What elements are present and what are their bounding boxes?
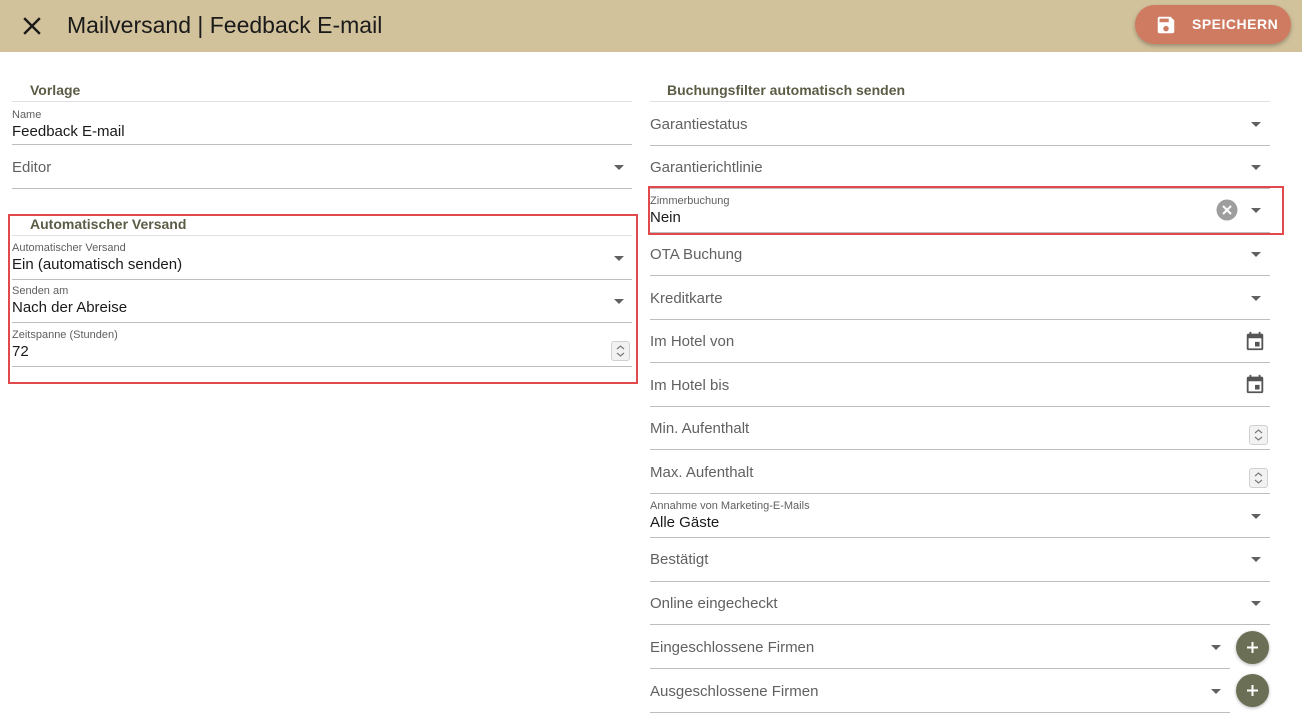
online-eingecheckt-placeholder: Online eingecheckt <box>650 595 778 612</box>
kreditkarte-placeholder: Kreditkarte <box>650 290 723 307</box>
bestaetigt-select[interactable]: Bestätigt <box>650 538 1270 582</box>
chevron-down-icon <box>1251 514 1261 519</box>
max-aufenthalt-placeholder: Max. Aufenthalt <box>650 464 754 481</box>
chevron-down-icon <box>1251 557 1261 562</box>
automatischer-versand-value: Ein (automatisch senden) <box>12 256 183 273</box>
plus-icon <box>1247 685 1258 696</box>
page-title: Mailversand | Feedback E-mail <box>67 12 383 38</box>
marketing-emails-select[interactable]: Annahme von Marketing-E-Mails Alle Gäste <box>650 494 1270 538</box>
online-eingecheckt-select[interactable]: Online eingecheckt <box>650 582 1270 625</box>
section-divider <box>12 101 632 102</box>
senden-am-select[interactable]: Senden am Nach der Abreise <box>12 280 632 323</box>
chevron-down-icon <box>614 165 624 170</box>
number-stepper[interactable] <box>1249 425 1268 445</box>
calendar-icon[interactable] <box>1244 373 1266 395</box>
section-title-vorlage: Vorlage <box>30 82 81 98</box>
kreditkarte-select[interactable]: Kreditkarte <box>650 276 1270 320</box>
editor-select-placeholder: Editor <box>12 159 52 176</box>
number-stepper[interactable] <box>611 341 630 361</box>
chevron-down-icon <box>1251 165 1261 170</box>
ota-buchung-placeholder: OTA Buchung <box>650 246 743 263</box>
chevron-down-icon <box>1211 689 1221 694</box>
stepper-arrows-icon <box>1254 472 1263 484</box>
garantierichtlinie-select[interactable]: Garantierichtlinie <box>650 146 1270 189</box>
stepper-arrows-icon <box>1254 429 1263 441</box>
chevron-down-icon <box>614 256 624 261</box>
chevron-down-icon <box>614 299 624 304</box>
close-button[interactable] <box>18 12 46 40</box>
app-header: Mailversand | Feedback E-mail SPEICHERN <box>0 0 1302 52</box>
im-hotel-von-datepicker[interactable]: Im Hotel von <box>650 320 1270 363</box>
section-title-automatischer-versand: Automatischer Versand <box>30 216 187 232</box>
senden-am-label: Senden am <box>12 285 69 297</box>
clear-icon[interactable] <box>1216 199 1238 221</box>
editor-select[interactable]: Editor <box>12 145 632 189</box>
max-aufenthalt-input[interactable]: Max. Aufenthalt <box>650 450 1270 494</box>
chevron-down-icon <box>1251 601 1261 606</box>
close-icon <box>23 17 41 35</box>
min-aufenthalt-placeholder: Min. Aufenthalt <box>650 420 750 437</box>
calendar-icon[interactable] <box>1244 330 1266 352</box>
zimmerbuchung-label: Zimmerbuchung <box>650 195 730 207</box>
zimmerbuchung-select[interactable]: Zimmerbuchung Nein <box>650 189 1270 233</box>
chevron-down-icon <box>1251 208 1261 213</box>
chevron-down-icon <box>1251 252 1261 257</box>
marketing-emails-value: Alle Gäste <box>650 514 720 531</box>
ausgeschlossene-firmen-placeholder: Ausgeschlossene Firmen <box>650 683 819 700</box>
number-stepper[interactable] <box>1249 468 1268 488</box>
name-field-label: Name <box>12 109 42 121</box>
zimmerbuchung-value: Nein <box>650 209 681 226</box>
zeitspanne-label: Zeitspanne (Stunden) <box>12 329 118 341</box>
ota-buchung-select[interactable]: OTA Buchung <box>650 233 1270 276</box>
zeitspanne-value: 72 <box>12 343 29 360</box>
eingeschlossene-firmen-placeholder: Eingeschlossene Firmen <box>650 639 815 656</box>
stepper-arrows-icon <box>616 345 625 357</box>
name-field-value: Feedback E-mail <box>12 123 125 140</box>
chevron-down-icon <box>1251 122 1261 127</box>
eingeschlossene-firmen-select[interactable]: Eingeschlossene Firmen <box>650 625 1230 669</box>
bestaetigt-placeholder: Bestätigt <box>650 551 709 568</box>
im-hotel-bis-placeholder: Im Hotel bis <box>650 377 730 394</box>
marketing-emails-label: Annahme von Marketing-E-Mails <box>650 500 810 512</box>
garantiestatus-select[interactable]: Garantiestatus <box>650 102 1270 146</box>
section-divider <box>12 235 632 236</box>
plus-icon <box>1247 642 1258 653</box>
chevron-down-icon <box>1211 645 1221 650</box>
senden-am-value: Nach der Abreise <box>12 299 128 316</box>
add-ausgeschlossene-firma-button[interactable] <box>1236 674 1269 707</box>
section-title-buchungsfilter: Buchungsfilter automatisch senden <box>667 82 906 98</box>
ausgeschlossene-firmen-select[interactable]: Ausgeschlossene Firmen <box>650 669 1230 713</box>
garantiestatus-placeholder: Garantiestatus <box>650 116 748 133</box>
automatischer-versand-select[interactable]: Automatischer Versand Ein (automatisch s… <box>12 237 632 280</box>
automatischer-versand-label: Automatischer Versand <box>12 242 126 254</box>
im-hotel-bis-datepicker[interactable]: Im Hotel bis <box>650 363 1270 407</box>
name-field[interactable]: Name Feedback E-mail <box>12 103 632 145</box>
min-aufenthalt-input[interactable]: Min. Aufenthalt <box>650 407 1270 450</box>
add-eingeschlossene-firma-button[interactable] <box>1236 631 1269 664</box>
chevron-down-icon <box>1251 296 1261 301</box>
save-button[interactable]: SPEICHERN <box>1135 5 1291 44</box>
save-button-label: SPEICHERN <box>1192 16 1279 32</box>
im-hotel-von-placeholder: Im Hotel von <box>650 333 735 350</box>
floppy-disk-icon <box>1157 16 1175 34</box>
zeitspanne-input[interactable]: Zeitspanne (Stunden) 72 <box>12 323 632 367</box>
garantierichtlinie-placeholder: Garantierichtlinie <box>650 159 763 176</box>
